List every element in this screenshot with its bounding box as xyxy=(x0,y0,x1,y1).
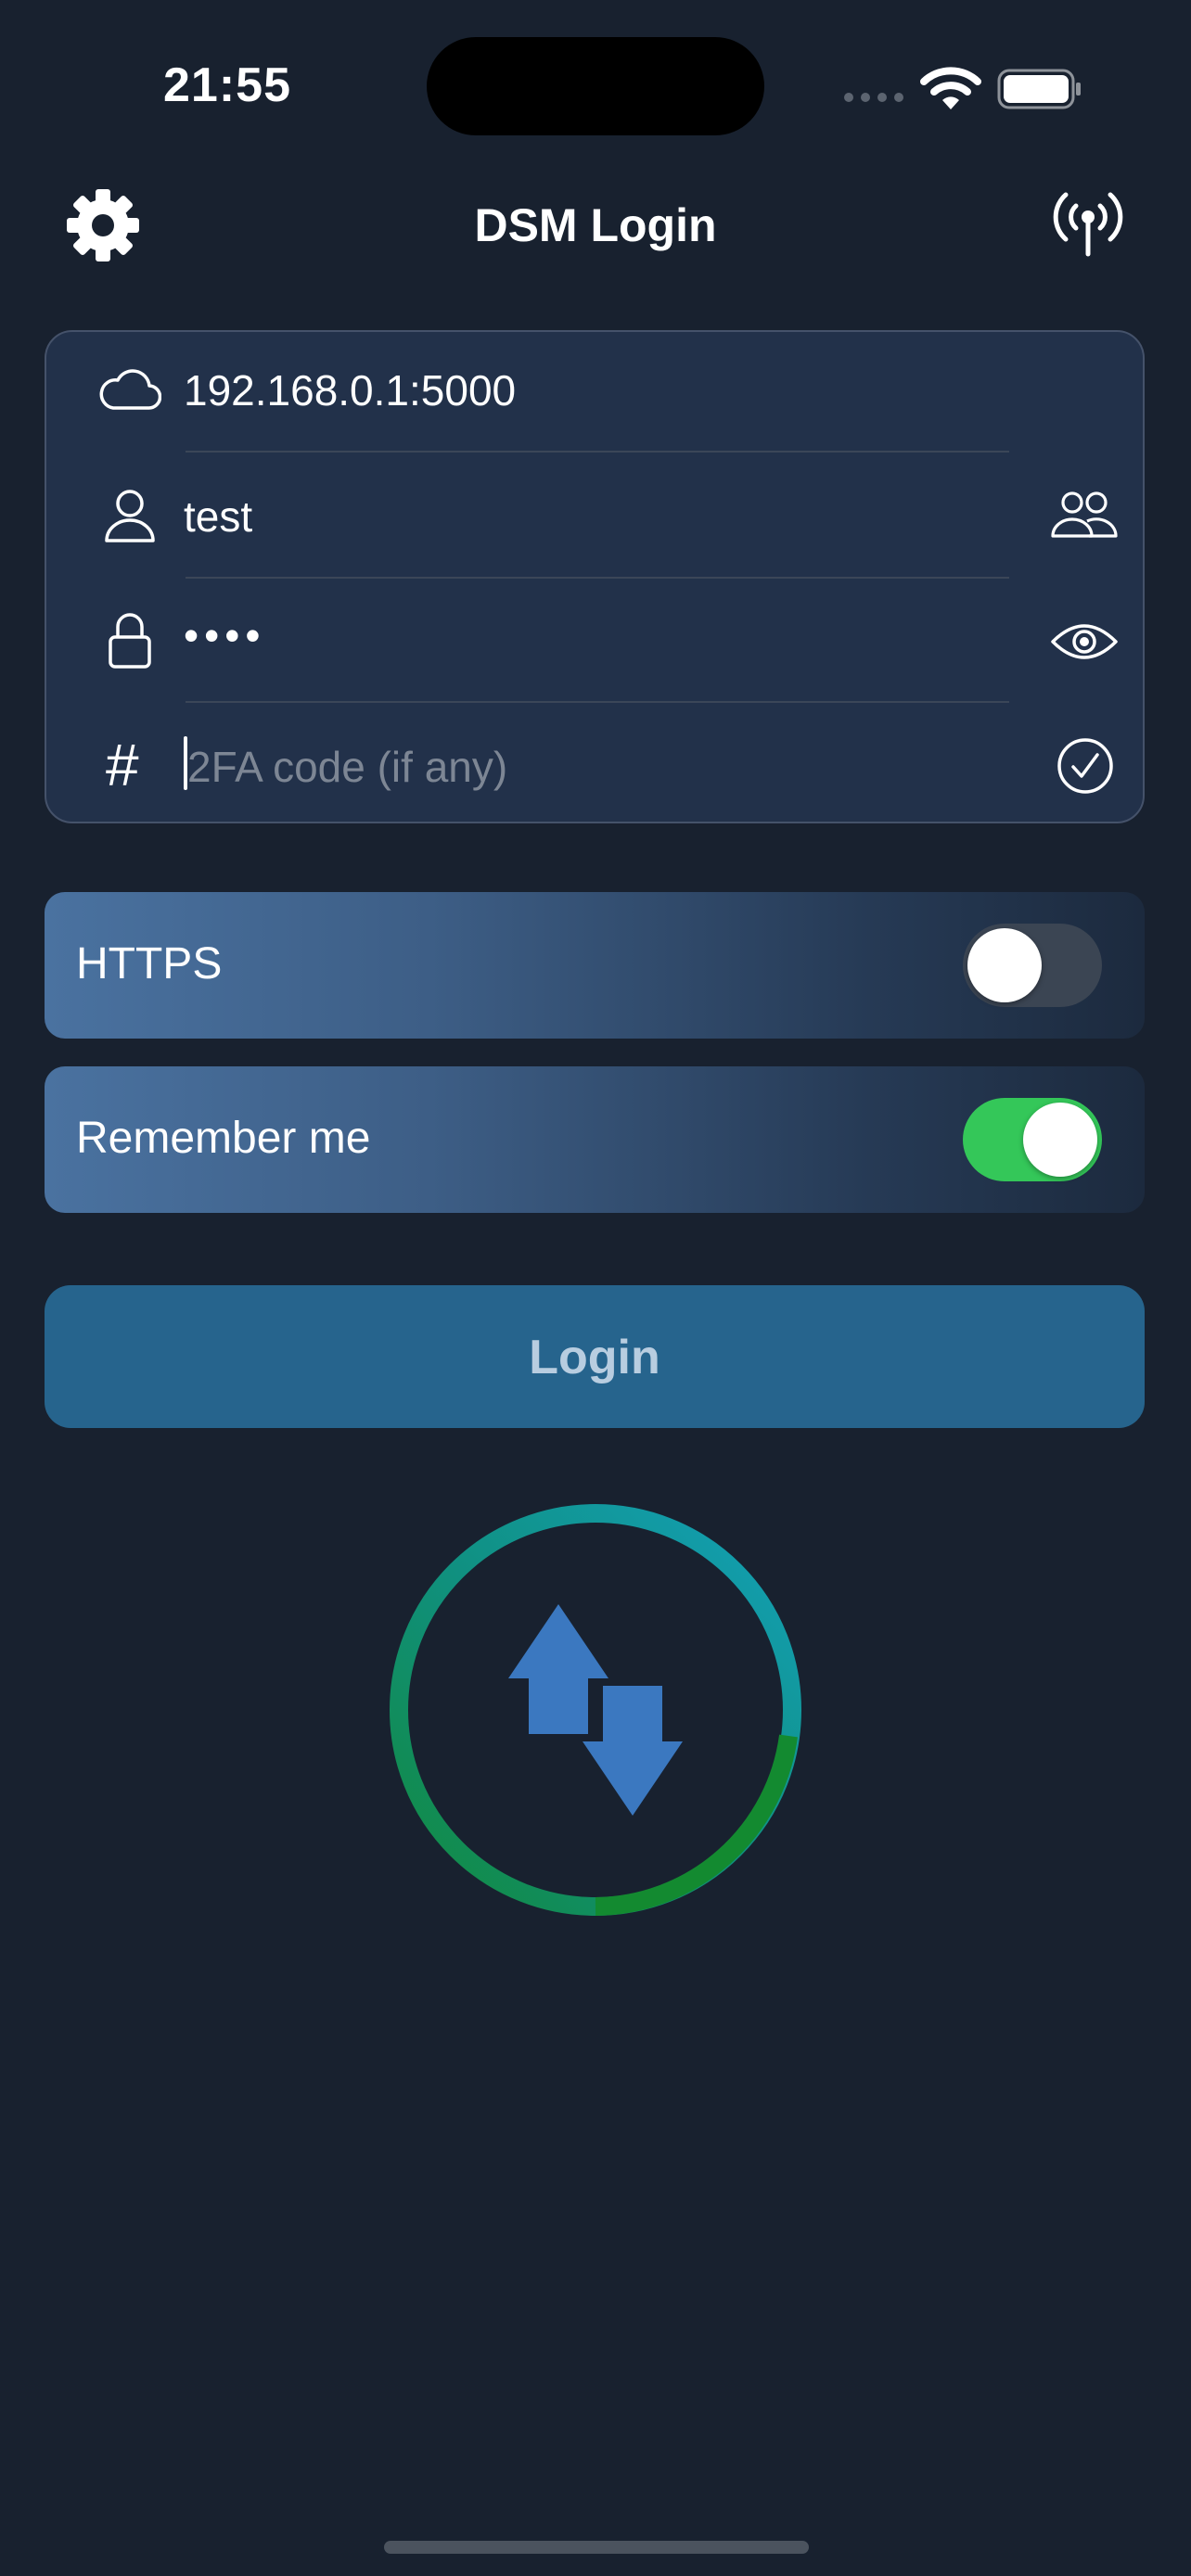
person-icon xyxy=(105,490,155,542)
login-form-card: 192.168.0.1:5000 test •••• # 2FA code (i… xyxy=(45,330,1145,823)
people-icon[interactable] xyxy=(1050,490,1119,540)
https-label: HTTPS xyxy=(76,939,223,988)
eye-icon[interactable] xyxy=(1050,619,1119,664)
remember-me-label: Remember me xyxy=(76,1114,371,1163)
wifi-icon xyxy=(920,67,981,109)
page-title: DSM Login xyxy=(474,199,717,251)
cellular-signal-icon xyxy=(844,93,903,102)
divider xyxy=(186,577,1009,579)
hash-icon: # xyxy=(106,732,139,798)
divider xyxy=(186,701,1009,703)
switch-knob xyxy=(967,928,1042,1002)
password-input[interactable]: •••• xyxy=(184,610,265,660)
app-logo-icon xyxy=(390,1504,801,1916)
switch-knob xyxy=(1023,1103,1097,1177)
divider xyxy=(186,451,1009,453)
status-time: 21:55 xyxy=(163,58,291,112)
https-toggle-row: HTTPS xyxy=(45,892,1145,1039)
dynamic-island xyxy=(427,37,764,135)
server-address-input[interactable]: 192.168.0.1:5000 xyxy=(184,365,516,415)
cloud-icon xyxy=(99,369,161,410)
username-input[interactable]: test xyxy=(184,491,252,542)
checkmark-circle-icon[interactable] xyxy=(1056,736,1115,796)
lock-icon xyxy=(109,613,151,669)
battery-icon xyxy=(997,69,1081,109)
remember-me-toggle-row: Remember me xyxy=(45,1066,1145,1213)
antenna-icon[interactable] xyxy=(1048,185,1128,260)
login-button-label: Login xyxy=(529,1331,660,1384)
login-button[interactable]: Login xyxy=(45,1285,1145,1428)
two-factor-code-input[interactable]: 2FA code (if any) xyxy=(187,742,507,792)
remember-me-switch[interactable] xyxy=(963,1098,1102,1181)
https-switch[interactable] xyxy=(963,924,1102,1007)
home-indicator xyxy=(384,2541,809,2554)
